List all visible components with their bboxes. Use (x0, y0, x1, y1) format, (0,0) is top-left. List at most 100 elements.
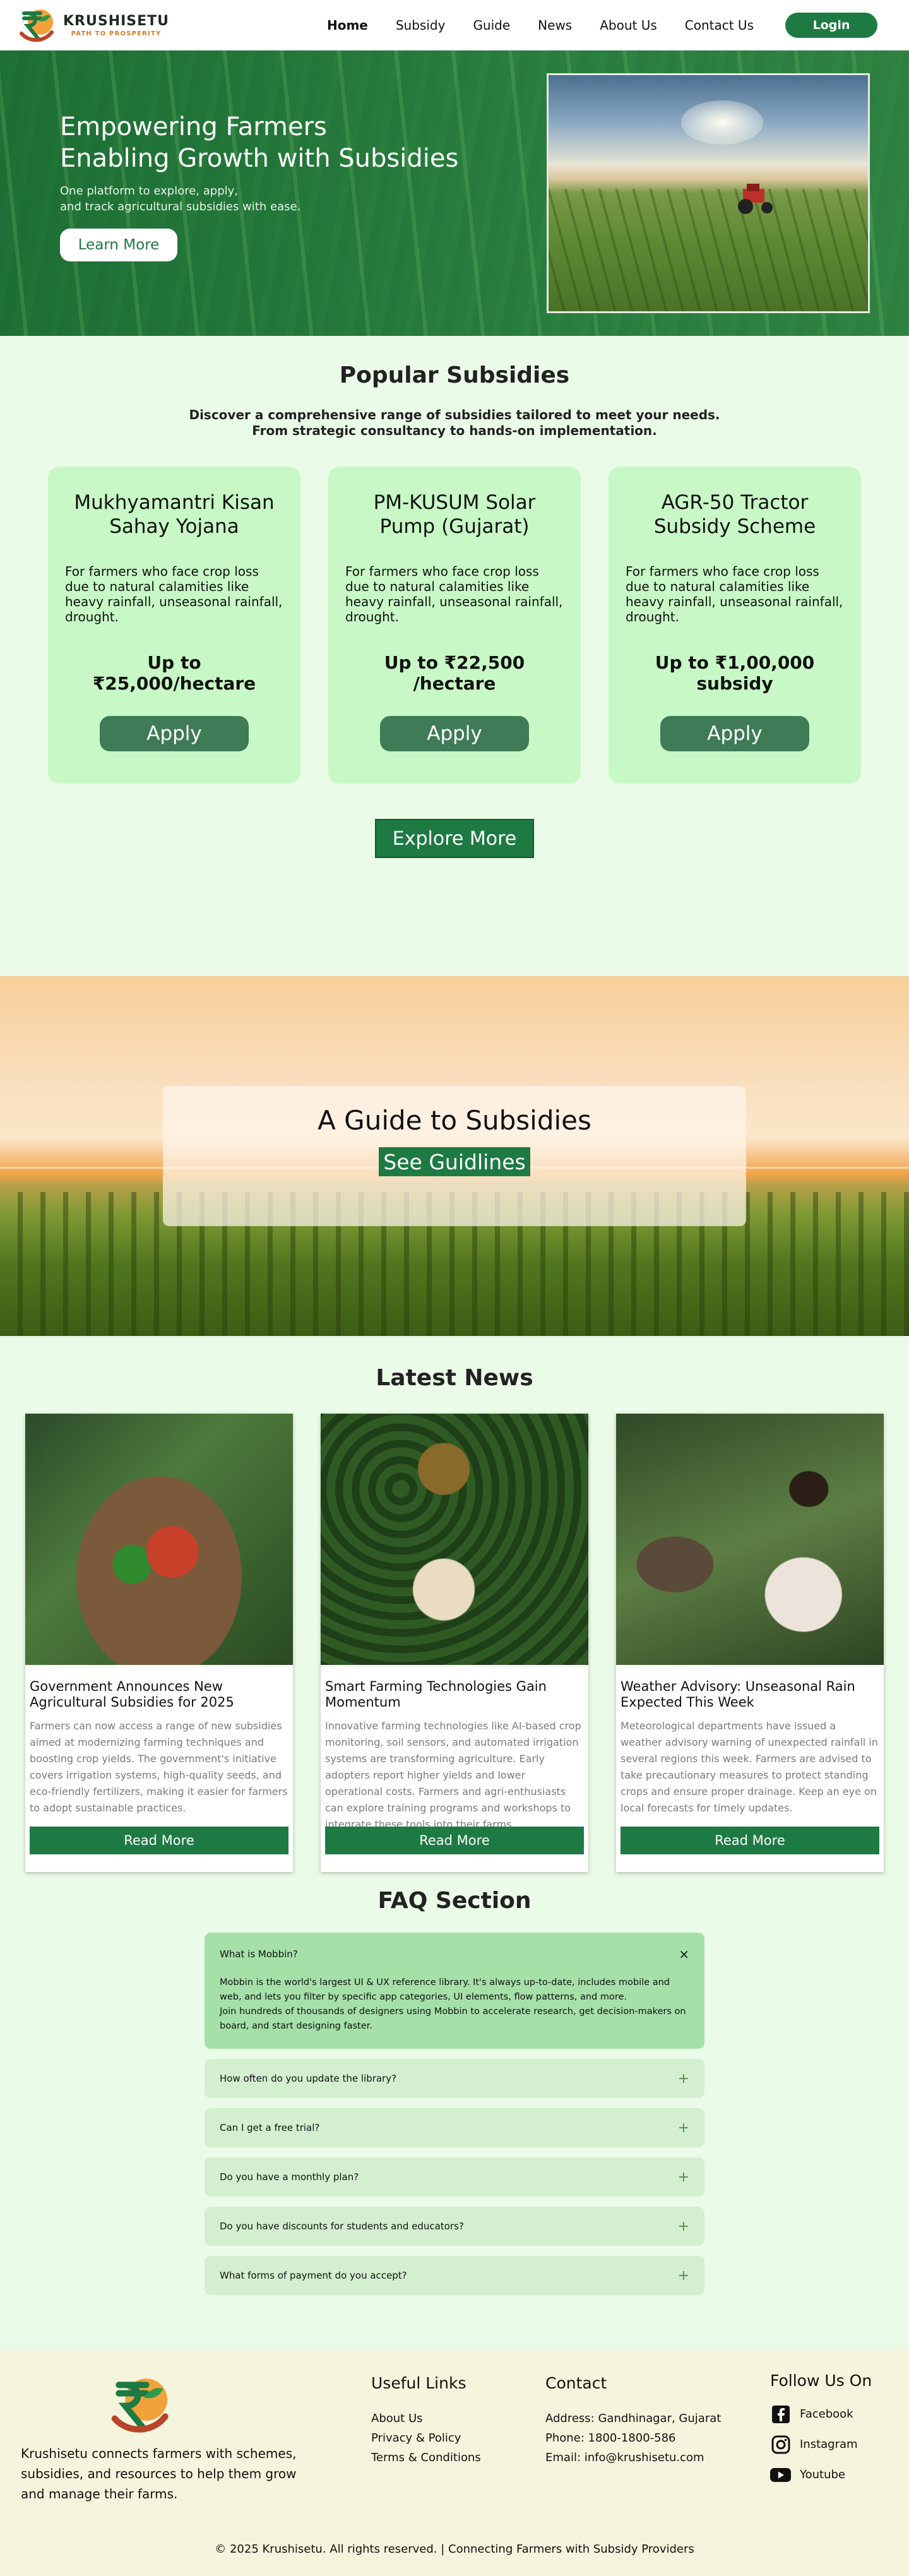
footer-email: Email: info@krushisetu.com (545, 2451, 704, 2464)
read-more-button[interactable]: Read More (325, 1827, 584, 1854)
news-card-body: Innovative farming technologies like AI-… (325, 1720, 581, 1827)
footer-social-title: Follow Us On (770, 2371, 872, 2390)
social-label: Youtube (800, 2468, 845, 2481)
social-youtube[interactable]: Youtube (770, 2464, 872, 2485)
plus-icon[interactable]: + (678, 2169, 689, 2185)
subsidy-card-title: Mukhyamantri Kisan Sahay Yojana (74, 491, 275, 538)
footer-contact: Contact Address: Gandhinagar, Gujarat Ph… (545, 2374, 721, 2467)
footer-link-privacy[interactable]: Privacy & Policy (371, 2428, 481, 2448)
faq-list: What is Mobbin? × Mobbin is the world's … (205, 1933, 704, 2295)
footer-address: Address: Gandhinagar, Gujarat (545, 2412, 722, 2425)
faq-question: Do you have discounts for students and e… (220, 2221, 464, 2232)
footer-copyright: © 2025 Krushisetu. All rights reserved. … (215, 2543, 694, 2556)
apply-button[interactable]: Apply (100, 716, 249, 751)
close-icon[interactable]: × (679, 1947, 689, 1962)
social-label: Facebook (800, 2407, 853, 2421)
faq-item[interactable]: Can I get a free trial? + (205, 2108, 704, 2147)
faq-item[interactable]: How often do you update the library? + (205, 2059, 704, 2098)
news-cards: Government Announces New Agricultural Su… (0, 1414, 909, 1872)
read-more-button[interactable]: Read More (621, 1827, 879, 1854)
plus-icon[interactable]: + (678, 2120, 689, 2136)
nav-news[interactable]: News (538, 18, 572, 33)
news-card-body: Meteorological departments have issued a… (621, 1720, 878, 1814)
subsidy-card-amount: Up to ₹1,00,000 subsidy (655, 652, 815, 694)
subsidy-card-description: For farmers who face crop loss due to na… (65, 564, 283, 624)
subsidy-cards: Mukhyamantri Kisan Sahay Yojana For farm… (0, 467, 909, 784)
popular-subsidies-title: Popular Subsidies (339, 362, 570, 388)
social-facebook[interactable]: Facebook (770, 2404, 872, 2424)
nav-home[interactable]: Home (327, 18, 368, 33)
social-instagram[interactable]: Instagram (770, 2434, 872, 2455)
footer-contact-title: Contact (545, 2374, 607, 2392)
faq-question: What is Mobbin? (220, 1948, 298, 1960)
nav-subsidy[interactable]: Subsidy (396, 18, 446, 33)
faq-item[interactable]: Do you have a monthly plan? + (205, 2157, 704, 2197)
see-guidelines-button[interactable]: See Guidlines (379, 1147, 530, 1176)
hero-title-line2: Enabling Growth with Subsidies (60, 144, 459, 173)
faq-item-expanded[interactable]: What is Mobbin? × Mobbin is the world's … (205, 1933, 704, 2049)
popular-subsidies-section: Popular Subsidies Discover a comprehensi… (0, 336, 909, 976)
news-card-title: Smart Farming Technologies Gain Momentum (325, 1679, 547, 1710)
subsidy-card-amount: Up to ₹22,500 /hectare (384, 652, 525, 694)
vegetable-basket-photo (25, 1414, 293, 1665)
faq-question: How often do you update the library? (220, 2073, 397, 2084)
subsidy-card-description: For farmers who face crop loss due to na… (626, 564, 843, 624)
tractor-icon (738, 184, 773, 214)
tractor-field-photo (547, 73, 870, 313)
nav-guide[interactable]: Guide (473, 18, 510, 33)
footer-links-title: Useful Links (371, 2374, 466, 2392)
hero-desc-line1: One platform to explore, apply, (60, 184, 238, 198)
guide-overlay-box: A Guide to Subsidies See Guidlines (163, 1086, 746, 1226)
faq-question: Can I get a free trial? (220, 2122, 320, 2133)
brand-tagline: PATH TO PROSPERITY (71, 30, 162, 37)
footer-phone: Phone: 1800-1800-586 (545, 2431, 676, 2445)
footer-social: Follow Us On Facebook Instagram Youtube (770, 2371, 872, 2495)
login-button[interactable]: Login (785, 12, 877, 38)
footer-link-about[interactable]: About Us (371, 2409, 481, 2428)
news-card: Weather Advisory: Unseasonal Rain Expect… (616, 1414, 884, 1872)
farmer-hat-crops-photo (321, 1414, 588, 1665)
subsidy-card-title: AGR-50 Tractor Subsidy Scheme (653, 491, 816, 538)
rupee-sprout-logo-icon (20, 9, 54, 42)
footer-link-terms[interactable]: Terms & Conditions (371, 2448, 481, 2467)
subsidy-card: AGR-50 Tractor Subsidy Scheme For farmer… (609, 467, 861, 784)
news-card: Government Announces New Agricultural Su… (25, 1414, 293, 1872)
footer: Krushisetu connects farmers with schemes… (0, 2349, 909, 2576)
footer-logo-icon (111, 2378, 169, 2433)
subsidy-card: Mukhyamantri Kisan Sahay Yojana For farm… (48, 467, 300, 784)
guide-section: A Guide to Subsidies See Guidlines (0, 976, 909, 1336)
subsidy-card-title: PM-KUSUM Solar Pump (Gujarat) (373, 491, 536, 538)
apply-button[interactable]: Apply (380, 716, 529, 751)
subsidy-card: PM-KUSUM Solar Pump (Gujarat) For farmer… (328, 467, 581, 784)
faq-item[interactable]: Do you have discounts for students and e… (205, 2207, 704, 2246)
faq-answer-p2: Join hundreds of thousands of designers … (220, 2007, 686, 2031)
hero-title: Empowering Farmers Enabling Growth with … (60, 111, 458, 174)
nav-about-us[interactable]: About Us (600, 18, 657, 33)
nav-links: Home Subsidy Guide News About Us Contact… (327, 18, 754, 33)
faq-item[interactable]: What forms of payment do you accept? + (205, 2256, 704, 2295)
plus-icon[interactable]: + (678, 2071, 689, 2087)
news-card-title: Government Announces New Agricultural Su… (30, 1679, 234, 1710)
apply-button[interactable]: Apply (660, 716, 809, 751)
subsidy-card-amount: Up to ₹25,000/hectare (92, 652, 256, 694)
hero-desc-line2: and track agricultural subsidies with ea… (60, 200, 301, 213)
nav-contact-us[interactable]: Contact Us (685, 18, 754, 33)
facebook-icon (770, 2404, 791, 2424)
subsidy-card-description: For farmers who face crop loss due to na… (345, 564, 563, 624)
plus-icon[interactable]: + (678, 2219, 689, 2234)
popular-subsidies-subtitle: Discover a comprehensive range of subsid… (0, 407, 909, 439)
woman-garden-photo (616, 1414, 884, 1665)
news-card-title: Weather Advisory: Unseasonal Rain Expect… (621, 1679, 855, 1710)
learn-more-button[interactable]: Learn More (60, 229, 177, 261)
popular-sub-line2: From strategic consultancy to hands-on i… (252, 423, 657, 438)
latest-news-section: Latest News Government Announces New Agr… (0, 1336, 909, 1879)
read-more-button[interactable]: Read More (30, 1827, 288, 1854)
plus-icon[interactable]: + (678, 2268, 689, 2284)
news-card-body: Farmers can now access a range of new su… (30, 1720, 288, 1814)
hero-description: One platform to explore, apply, and trac… (60, 183, 458, 215)
explore-more-button[interactable]: Explore More (375, 819, 534, 858)
faq-section: FAQ Section What is Mobbin? × Mobbin is … (0, 1879, 909, 2349)
faq-answer-p1: Mobbin is the world's largest UI & UX re… (220, 1977, 670, 2002)
top-navbar: KRUSHISETU PATH TO PROSPERITY Home Subsi… (0, 0, 909, 51)
brand-logo[interactable]: KRUSHISETU PATH TO PROSPERITY (15, 4, 169, 46)
